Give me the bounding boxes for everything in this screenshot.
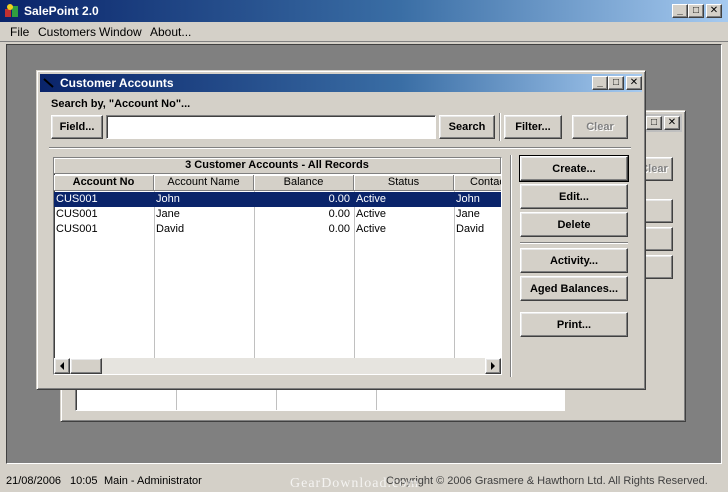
status-bar: 21/08/2006 10:05 Main - Administrator Co… bbox=[0, 470, 728, 492]
print-button[interactable]: Print... bbox=[520, 312, 628, 337]
app-close-button[interactable]: ✕ bbox=[706, 4, 722, 18]
field-button[interactable]: Field... bbox=[51, 115, 103, 139]
cell-balance: 0.00 bbox=[328, 223, 350, 235]
menu-bar: File Customers Window About... bbox=[0, 22, 728, 42]
status-date: 21/08/2006 bbox=[6, 475, 62, 487]
status-user: Main - Administrator bbox=[104, 475, 202, 487]
salepoint-app-icon[interactable] bbox=[4, 3, 20, 19]
dialog-close-button[interactable]: ✕ bbox=[626, 76, 642, 90]
menu-about[interactable]: About... bbox=[150, 25, 191, 39]
cell-balance: 0.00 bbox=[328, 193, 350, 205]
cell-account-name: John bbox=[156, 193, 180, 205]
accounts-grid[interactable]: 3 Customer Accounts - All Records Accoun… bbox=[53, 157, 502, 375]
cell-account-no: CUS001 bbox=[56, 223, 98, 235]
customer-accounts-titlebar[interactable]: Customer Accounts _ □ ✕ bbox=[40, 74, 642, 92]
background-maximize-button[interactable]: □ bbox=[646, 116, 662, 130]
menu-window[interactable]: Window bbox=[99, 25, 142, 39]
cell-status: Active bbox=[356, 208, 386, 220]
dialog-minimize-button[interactable]: _ bbox=[592, 76, 608, 90]
background-close-button[interactable]: ✕ bbox=[664, 116, 680, 130]
edit-button[interactable]: Edit... bbox=[520, 184, 628, 209]
cell-account-name: Jane bbox=[156, 208, 180, 220]
scroll-thumb[interactable] bbox=[70, 358, 102, 374]
cell-contact: John bbox=[456, 193, 480, 205]
cell-account-no: CUS001 bbox=[56, 193, 98, 205]
watermark-text: GearDownload.com bbox=[290, 476, 420, 491]
cell-contact: Jane bbox=[456, 208, 480, 220]
table-row[interactable]: CUS001 John 0.00 Active John bbox=[54, 192, 501, 207]
status-time: 10:05 bbox=[70, 475, 98, 487]
cell-account-no: CUS001 bbox=[56, 208, 98, 220]
column-header-account-name[interactable]: Account Name bbox=[154, 175, 254, 191]
app-maximize-button[interactable]: □ bbox=[688, 4, 704, 18]
cell-account-name: David bbox=[156, 223, 185, 235]
status-copyright: Copyright © 2006 Grasmere & Hawthorn Ltd… bbox=[386, 475, 708, 487]
dialog-maximize-button[interactable]: □ bbox=[608, 76, 624, 90]
create-button[interactable]: Create... bbox=[519, 155, 629, 182]
aged-balances-button[interactable]: Aged Balances... bbox=[520, 276, 628, 301]
cell-status: Active bbox=[356, 223, 386, 235]
header-separator bbox=[49, 147, 631, 149]
activity-button[interactable]: Activity... bbox=[520, 248, 628, 273]
arrow-left-icon bbox=[60, 362, 64, 370]
column-header-account-no[interactable]: Account No bbox=[54, 175, 154, 191]
menu-file[interactable]: File bbox=[10, 25, 29, 39]
arrow-right-icon bbox=[491, 362, 495, 370]
table-row[interactable]: CUS001 Jane 0.00 Active Jane bbox=[54, 207, 501, 222]
actions-divider bbox=[520, 242, 628, 244]
menu-customers[interactable]: Customers bbox=[38, 25, 96, 39]
filter-button[interactable]: Filter... bbox=[504, 115, 562, 139]
column-header-status[interactable]: Status bbox=[354, 175, 454, 191]
cell-contact: David bbox=[456, 223, 485, 235]
app-minimize-button[interactable]: _ bbox=[672, 4, 688, 18]
table-row[interactable]: CUS001 David 0.00 Active David bbox=[54, 222, 501, 237]
app-title: SalePoint 2.0 bbox=[24, 4, 99, 18]
customer-accounts-title: Customer Accounts bbox=[60, 76, 174, 90]
column-header-contact[interactable]: Contact bbox=[454, 175, 501, 191]
clear-button[interactable]: Clear bbox=[572, 115, 628, 139]
cell-balance: 0.00 bbox=[328, 208, 350, 220]
search-button[interactable]: Search bbox=[439, 115, 495, 139]
toolbar-separator bbox=[499, 113, 501, 141]
grid-caption: 3 Customer Accounts - All Records bbox=[54, 158, 501, 174]
app-titlebar[interactable]: SalePoint 2.0 _ □ ✕ bbox=[0, 0, 728, 22]
horizontal-scrollbar[interactable] bbox=[54, 358, 501, 374]
scroll-right-button[interactable] bbox=[485, 358, 501, 374]
window-icon[interactable] bbox=[43, 77, 55, 89]
search-by-label: Search by, "Account No"... bbox=[51, 98, 191, 110]
grid-header-row: Account No Account Name Balance Status C… bbox=[54, 175, 501, 191]
delete-button[interactable]: Delete bbox=[520, 212, 628, 237]
search-input[interactable] bbox=[106, 115, 436, 139]
cell-status: Active bbox=[356, 193, 386, 205]
customer-accounts-window[interactable]: Customer Accounts _ □ ✕ Search by, "Acco… bbox=[36, 70, 646, 390]
column-header-balance[interactable]: Balance bbox=[254, 175, 354, 191]
scroll-left-button[interactable] bbox=[54, 358, 70, 374]
actions-separator bbox=[510, 155, 512, 377]
